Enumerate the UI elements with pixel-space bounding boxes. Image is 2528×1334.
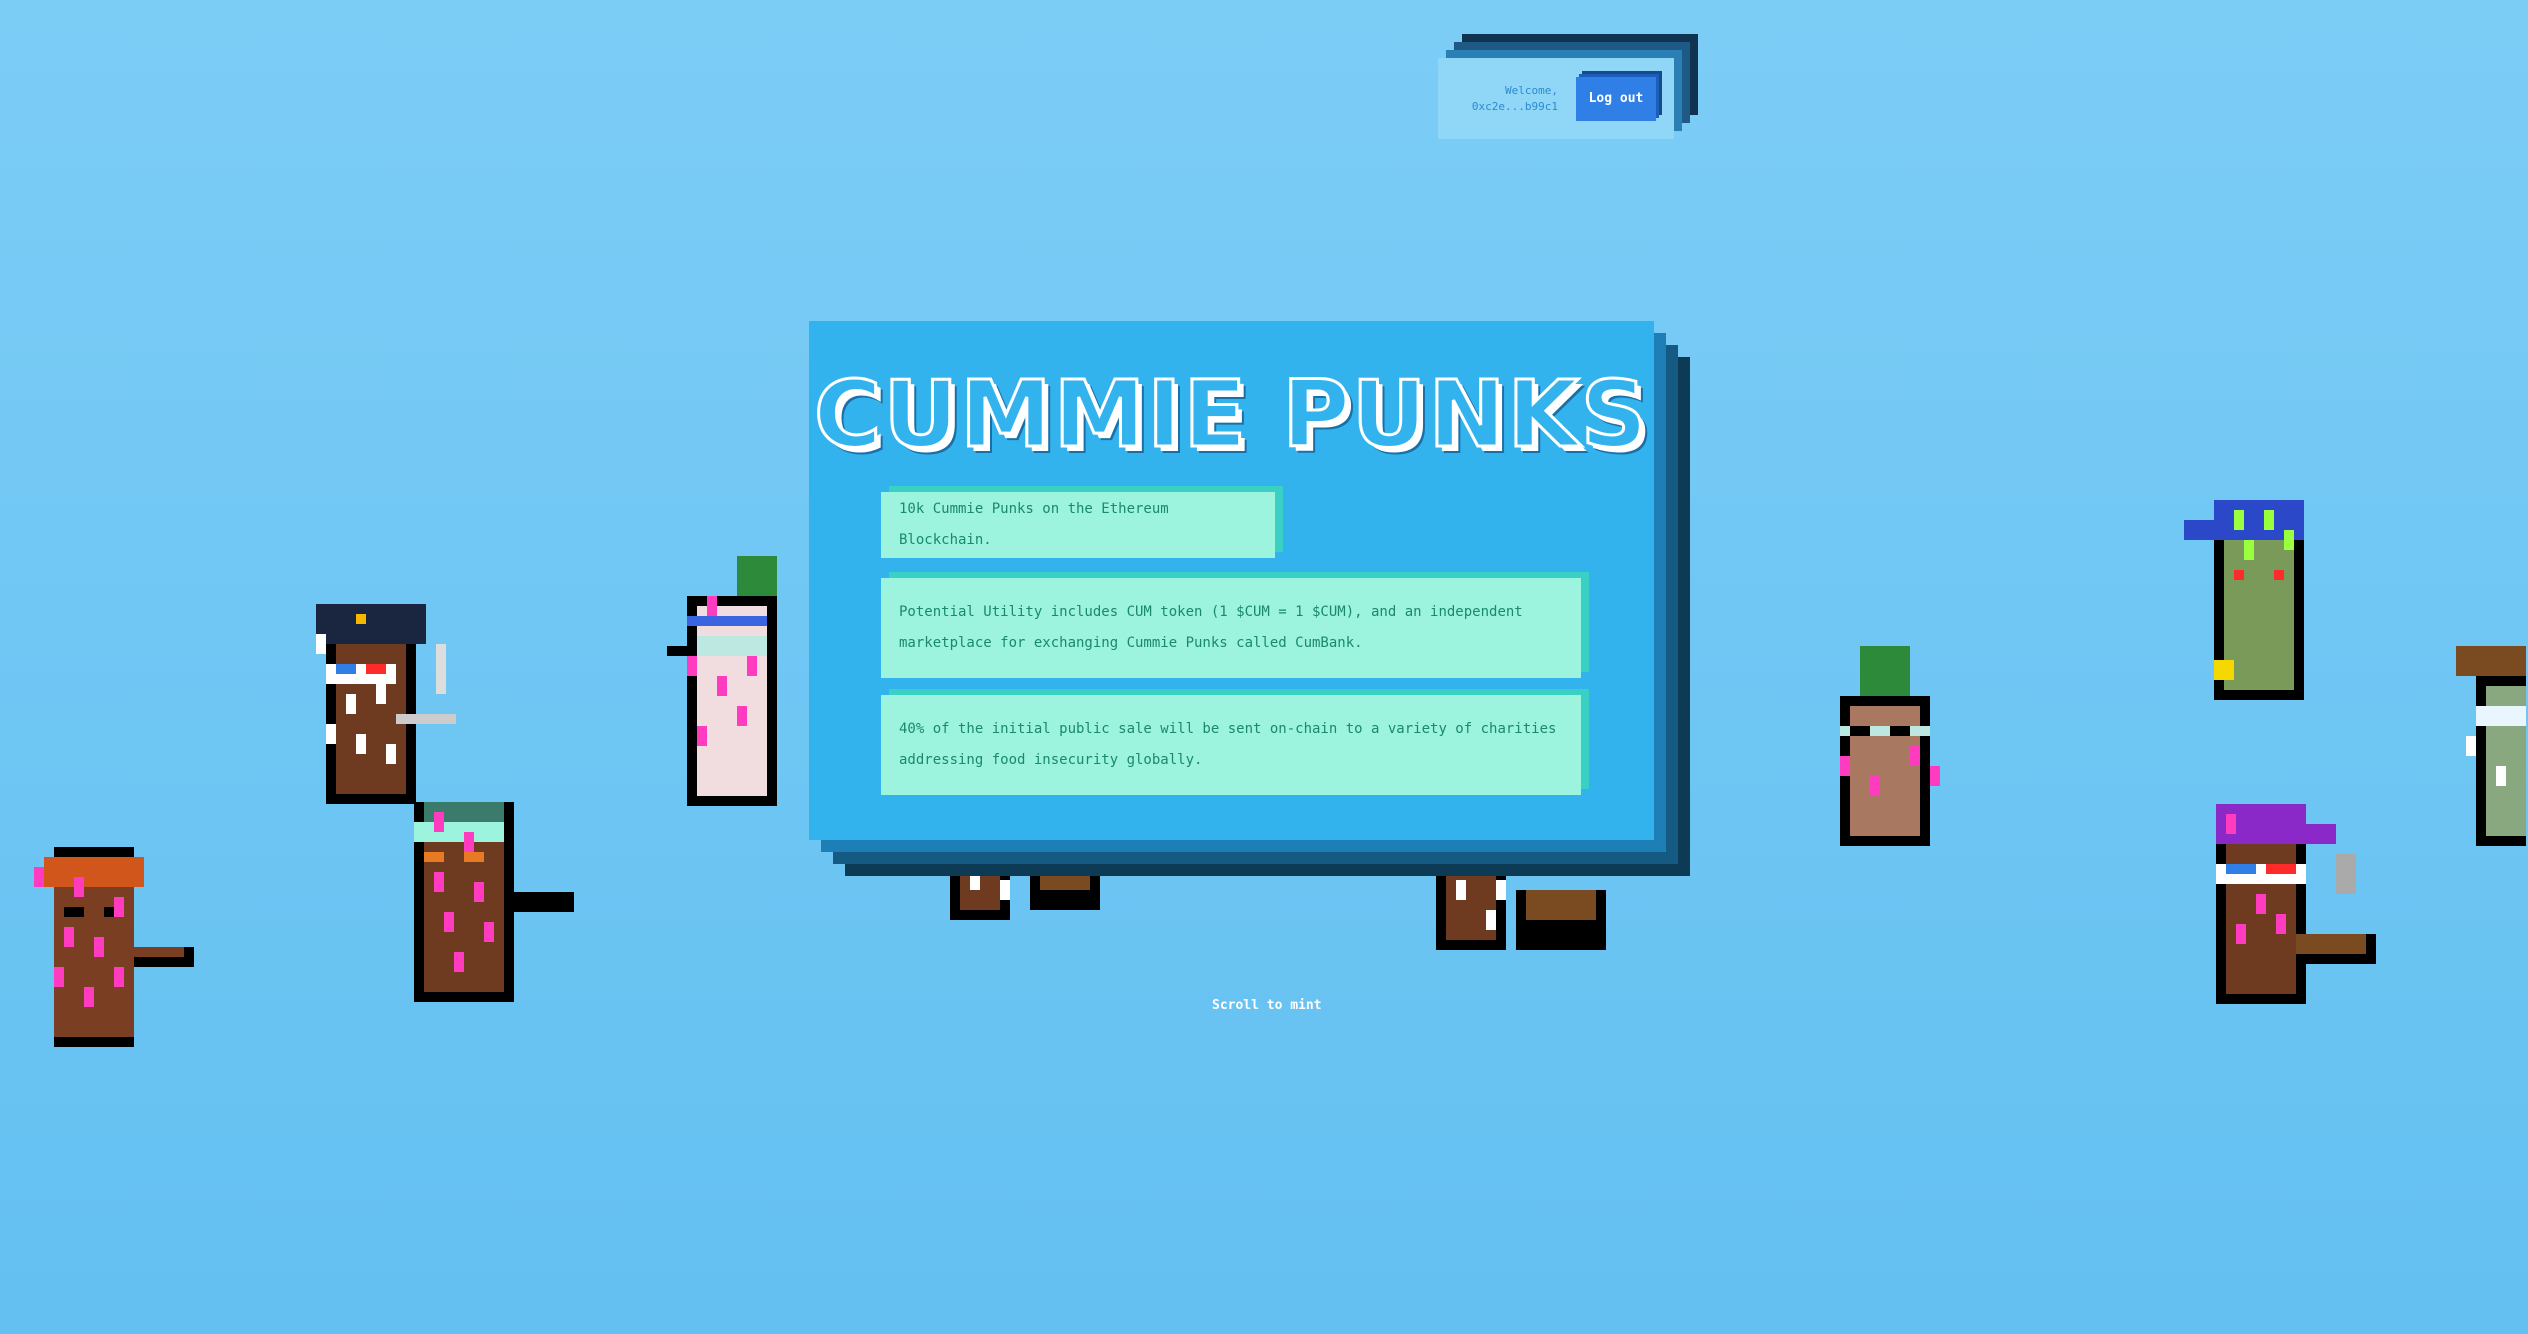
punk-image [1820, 646, 1960, 846]
info-text: 40% of the initial public sale will be s… [899, 721, 1557, 768]
punk-image [1436, 860, 1616, 950]
punk-image [24, 846, 194, 1048]
scroll-hint[interactable]: Scroll to mint [1212, 998, 1322, 1013]
punk-image [667, 556, 817, 806]
wallet-panel: Welcome, 0xc2e...b99c1 Log out [1438, 58, 1674, 139]
punk-image [2184, 500, 2354, 700]
punk-image [940, 860, 1110, 920]
info-box: Potential Utility includes CUM token (1 … [881, 578, 1581, 678]
punk-image [2454, 646, 2528, 846]
page-title: CUMMIE PUNKS [812, 360, 1650, 470]
info-box: 40% of the initial public sale will be s… [881, 695, 1581, 795]
hero-card: CUMMIE PUNKS 10k Cummie Punks on the Eth… [809, 321, 1654, 840]
welcome-text: Welcome, [1505, 83, 1558, 97]
punk-image [2206, 804, 2386, 1004]
info-text: 10k Cummie Punks on the Ethereum Blockch… [899, 501, 1169, 548]
logout-button[interactable]: Log out [1576, 76, 1656, 121]
punk-image [306, 604, 466, 804]
info-box: 10k Cummie Punks on the Ethereum Blockch… [881, 492, 1275, 558]
info-text: Potential Utility includes CUM token (1 … [899, 604, 1523, 651]
wallet-address: 0xc2e...b99c1 [1471, 99, 1558, 113]
wallet-info: Welcome, 0xc2e...b99c1 [1472, 83, 1558, 115]
punk-image [404, 802, 574, 1002]
